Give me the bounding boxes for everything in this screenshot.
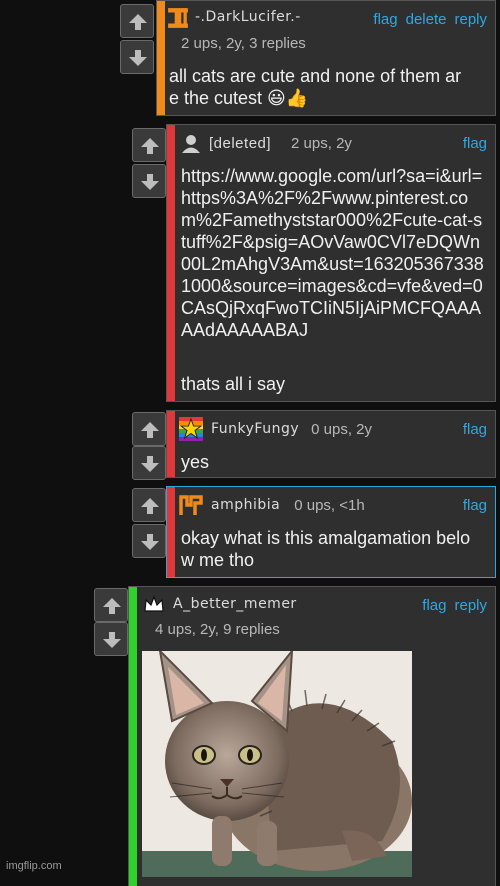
- comment-header: A_better_memer: [143, 593, 297, 615]
- comment-image[interactable]: [142, 651, 412, 877]
- comment-header: FunkyFungy 0 ups, 2y: [179, 417, 372, 441]
- upvote-button[interactable]: [94, 588, 128, 622]
- delete-link[interactable]: delete: [406, 11, 447, 28]
- downvote-button[interactable]: [94, 622, 128, 656]
- thread-bar: [167, 125, 175, 401]
- username[interactable]: -.DarkLucifer.-: [195, 9, 301, 25]
- crown-avatar-icon[interactable]: [143, 593, 165, 615]
- upvote-button[interactable]: [120, 4, 154, 38]
- comment: [deleted] 2 ups, 2y flag https://www.goo…: [166, 124, 496, 402]
- flag-link[interactable]: flag: [463, 421, 487, 438]
- flag-link[interactable]: flag: [463, 135, 487, 152]
- comment: -.DarkLucifer.- 2 ups, 2y, 3 replies fla…: [156, 0, 496, 116]
- comment-selected: amphibia 0 ups, <1h flag okay what is th…: [166, 486, 496, 578]
- thread-bar: [129, 587, 137, 886]
- comment-header: amphibia 0 ups, <1h: [179, 493, 365, 517]
- comment-text[interactable]: https://www.google.com/url?sa=i&url=http…: [181, 165, 487, 341]
- watermark: imgflip.com: [6, 860, 62, 872]
- comment-text: okay what is this amalgamation below me …: [181, 528, 471, 570]
- thread-bar: [167, 487, 175, 577]
- username[interactable]: A_better_memer: [173, 596, 297, 612]
- upvote-button[interactable]: [132, 488, 166, 522]
- comment-text: yes: [181, 452, 210, 472]
- user-avatar-icon[interactable]: [167, 7, 188, 28]
- comment-actions: flag: [463, 497, 487, 514]
- comment-actions: flag: [463, 421, 487, 438]
- comment: FunkyFungy 0 ups, 2y flag yes: [166, 410, 496, 478]
- comment-meta: 2 ups, 2y, 3 replies: [181, 35, 306, 52]
- downvote-button[interactable]: [132, 524, 166, 558]
- reply-link[interactable]: reply: [454, 11, 487, 28]
- username[interactable]: amphibia: [211, 497, 280, 513]
- upvote-button[interactable]: [132, 412, 166, 446]
- user-avatar-icon[interactable]: [179, 493, 203, 517]
- comment-meta: 4 ups, 2y, 9 replies: [155, 621, 280, 638]
- thread-bar: [157, 1, 165, 115]
- downvote-button[interactable]: [132, 164, 166, 198]
- comment-text: all cats are cute and none of them are t…: [169, 66, 462, 108]
- rainbow-star-avatar-icon[interactable]: [179, 417, 203, 441]
- username: [deleted]: [209, 134, 272, 152]
- comment-header: -.DarkLucifer.-: [167, 7, 301, 28]
- comment-actions: flag: [463, 135, 487, 152]
- username[interactable]: FunkyFungy: [211, 421, 299, 437]
- reply-link[interactable]: reply: [454, 597, 487, 614]
- flag-link[interactable]: flag: [422, 597, 446, 614]
- comment-actions: flag delete reply: [373, 11, 487, 28]
- comment-text-line: thats all i say: [181, 374, 286, 394]
- downvote-button[interactable]: [120, 40, 154, 74]
- comment-meta: 2 ups, 2y: [291, 134, 352, 152]
- comment-meta: 0 ups, 2y: [311, 420, 373, 438]
- default-avatar-icon: [181, 133, 201, 153]
- upvote-button[interactable]: [132, 128, 166, 162]
- flag-link[interactable]: flag: [463, 497, 487, 514]
- flag-link[interactable]: flag: [373, 11, 397, 28]
- comment: A_better_memer 4 ups, 2y, 9 replies flag…: [128, 586, 496, 886]
- thread-bar: [167, 411, 175, 477]
- comment-header: [deleted] 2 ups, 2y: [181, 133, 352, 153]
- comment-actions: flag reply: [422, 597, 487, 614]
- comment-meta: 0 ups, <1h: [294, 496, 365, 514]
- downvote-button[interactable]: [132, 446, 166, 480]
